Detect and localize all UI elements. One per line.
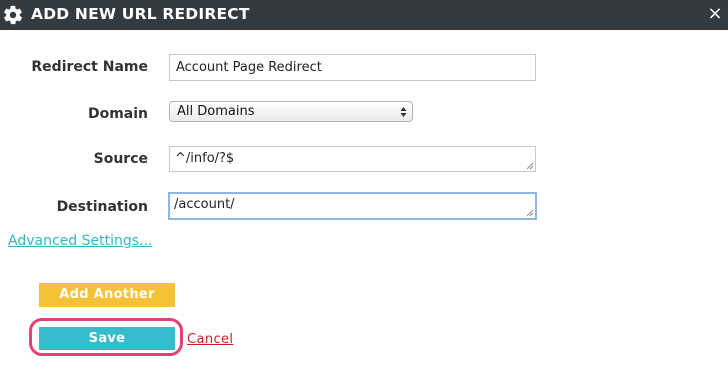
close-button[interactable]: × [705,0,725,30]
source-input[interactable]: ^/info/?$ [169,146,536,172]
dialog-title: ADD NEW URL REDIRECT [31,5,250,23]
select-arrows-icon [400,107,407,117]
add-redirect-dialog: ADD NEW URL REDIRECT × Redirect Name Dom… [0,0,728,372]
gear-icon [4,5,23,25]
redirect-name-label: Redirect Name [31,59,148,75]
domain-label: Domain [87,106,148,122]
add-another-button[interactable]: Add Another [39,283,175,307]
save-button[interactable]: Save [39,327,175,350]
resize-grip-icon[interactable] [526,209,534,217]
resize-grip-icon[interactable] [526,162,534,170]
cancel-link[interactable]: Cancel [187,332,233,347]
dialog-header: ADD NEW URL REDIRECT × [0,0,728,30]
domain-select-value: All Domains [177,104,255,119]
destination-input[interactable]: /account/ [168,192,537,220]
advanced-settings-link[interactable]: Advanced Settings... [8,233,152,249]
destination-label: Destination [56,199,148,215]
domain-select[interactable]: All Domains [169,101,413,122]
redirect-name-input[interactable] [169,54,536,81]
source-label: Source [93,151,148,167]
